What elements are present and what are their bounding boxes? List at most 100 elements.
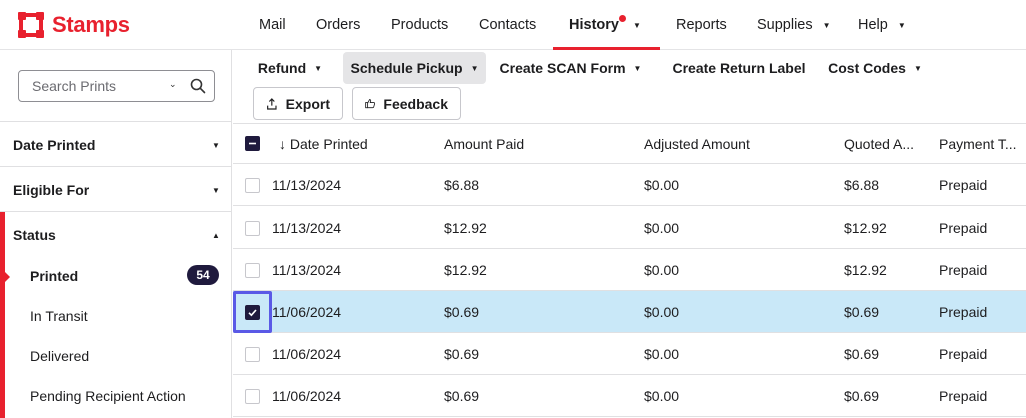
table-row-selected[interactable]: 11/06/2024 $0.69 $0.00 $0.69 Prepaid	[233, 291, 1026, 333]
chevron-down-icon: ▼	[470, 63, 479, 73]
thumbs-up-icon	[365, 99, 376, 109]
cell-adjusted: $0.00	[644, 177, 680, 193]
table-row[interactable]: 11/06/2024 $0.69 $0.00 $0.69 Prepaid	[233, 333, 1026, 375]
nav-contacts[interactable]: Contacts	[479, 0, 536, 50]
status-item-printed[interactable]: Printed	[30, 268, 78, 284]
cell-quoted: $0.69	[844, 388, 880, 404]
nav-supplies[interactable]: Supplies ▼	[757, 0, 831, 50]
cell-payment: Prepaid	[939, 304, 988, 320]
column-date-printed[interactable]: ↓ Date Printed	[279, 136, 368, 152]
row-checkbox[interactable]	[245, 389, 260, 404]
cell-payment: Prepaid	[939, 177, 988, 193]
nav-mail[interactable]: Mail	[259, 0, 286, 50]
brand-logo[interactable]: Stamps	[18, 12, 130, 38]
chevron-down-icon[interactable]: ▼	[212, 141, 220, 150]
filter-sidebar: ⌄ Date Printed ▼ Eligible For ▼ Status ▲…	[0, 50, 232, 418]
column-adjusted-amount[interactable]: Adjusted Amount	[644, 136, 750, 152]
cell-amount-paid: $0.69	[444, 304, 480, 320]
nav-reports[interactable]: Reports	[676, 0, 727, 50]
nav-history-label: History	[569, 17, 619, 33]
export-button[interactable]: Export	[253, 87, 343, 120]
select-all-checkbox[interactable]	[245, 136, 260, 151]
filter-eligible-for[interactable]: Eligible For	[13, 182, 89, 198]
chevron-down-icon[interactable]: ⌄	[169, 79, 177, 90]
cell-date: 11/13/2024	[272, 177, 342, 193]
search-input[interactable]	[19, 71, 169, 101]
row-checkbox[interactable]	[245, 221, 260, 236]
row-checkbox[interactable]	[245, 263, 260, 278]
cost-codes-button[interactable]: Cost Codes ▼	[827, 52, 923, 84]
notification-dot	[619, 15, 626, 22]
create-return-label-button[interactable]: Create Return Label	[669, 52, 809, 84]
schedule-pickup-button[interactable]: Schedule Pickup ▼	[343, 52, 486, 84]
nav-products-label: Products	[391, 17, 449, 33]
selected-pointer-icon	[5, 272, 10, 282]
cell-quoted: $0.69	[844, 346, 880, 362]
app-window: Stamps Mail Orders Products Contacts His…	[0, 0, 1026, 418]
refund-button[interactable]: Refund ▼	[255, 52, 325, 84]
cell-date: 11/13/2024	[272, 262, 342, 278]
feedback-label: Feedback	[383, 95, 448, 112]
table-row[interactable]: 11/13/2024 $6.88 $0.00 $6.88 Prepaid	[233, 164, 1026, 206]
row-checkbox[interactable]	[245, 347, 260, 362]
nav-help[interactable]: Help ▼	[858, 0, 906, 50]
table-row[interactable]: 11/13/2024 $12.92 $0.00 $12.92 Prepaid	[233, 207, 1026, 249]
divider	[0, 121, 232, 122]
export-icon	[267, 97, 277, 110]
cell-amount-paid: $0.69	[444, 346, 480, 362]
search-prints-box[interactable]: ⌄	[18, 70, 215, 102]
top-nav: Stamps Mail Orders Products Contacts His…	[0, 0, 1026, 50]
chevron-up-icon[interactable]: ▲	[212, 231, 220, 240]
cell-payment: Prepaid	[939, 262, 988, 278]
cell-date: 11/13/2024	[272, 220, 342, 236]
table-row[interactable]: 11/13/2024 $12.92 $0.00 $12.92 Prepaid	[233, 249, 1026, 291]
nav-orders[interactable]: Orders	[316, 0, 360, 50]
table-row[interactable]: 11/06/2024 $0.69 $0.00 $0.69 Prepaid	[233, 375, 1026, 417]
column-date-printed-label: Date Printed	[289, 136, 368, 152]
refund-label: Refund	[257, 60, 307, 76]
nav-supplies-label: Supplies	[757, 17, 813, 33]
create-scan-form-label: Create SCAN Form	[499, 60, 626, 76]
printed-count-badge: 54	[187, 265, 219, 285]
cost-codes-label: Cost Codes	[828, 60, 906, 76]
column-payment-type[interactable]: Payment T...	[939, 136, 1017, 152]
create-scan-form-button[interactable]: Create SCAN Form ▼	[498, 52, 643, 84]
cell-amount-paid: $12.92	[444, 262, 487, 278]
stamps-logo-icon	[18, 12, 44, 38]
sort-arrow-icon: ↓	[279, 136, 286, 152]
status-item-delivered[interactable]: Delivered	[30, 348, 89, 364]
feedback-button[interactable]: Feedback	[352, 87, 461, 120]
chevron-down-icon: ▼	[633, 63, 642, 73]
status-item-pending-recipient-action[interactable]: Pending Recipient Action	[30, 388, 186, 404]
nav-history[interactable]: History ▼	[569, 0, 641, 50]
cell-quoted: $0.69	[844, 304, 880, 320]
divider	[0, 166, 232, 167]
row-checkbox[interactable]	[245, 305, 260, 320]
cell-amount-paid: $6.88	[444, 177, 480, 193]
filter-date-printed[interactable]: Date Printed	[13, 137, 95, 153]
cell-adjusted: $0.00	[644, 262, 680, 278]
search-icon[interactable]	[190, 78, 206, 94]
column-quoted-amount[interactable]: Quoted A...	[844, 136, 914, 152]
export-label: Export	[285, 95, 330, 112]
cell-date: 11/06/2024	[272, 388, 342, 404]
cell-adjusted: $0.00	[644, 220, 680, 236]
row-checkbox[interactable]	[245, 178, 260, 193]
table-header: ↓ Date Printed Amount Paid Adjusted Amou…	[233, 123, 1026, 164]
cell-quoted: $12.92	[844, 220, 887, 236]
prints-table: ↓ Date Printed Amount Paid Adjusted Amou…	[233, 123, 1026, 418]
nav-orders-label: Orders	[316, 17, 361, 33]
cell-payment: Prepaid	[939, 220, 988, 236]
action-toolbar: Refund ▼ Schedule Pickup ▼ Create SCAN F…	[233, 50, 1026, 123]
chevron-down-icon: ▼	[822, 20, 831, 30]
chevron-down-icon[interactable]: ▼	[633, 21, 641, 30]
status-section-indicator	[0, 212, 5, 418]
cell-adjusted: $0.00	[644, 304, 680, 320]
nav-products[interactable]: Products	[391, 0, 448, 50]
filter-status[interactable]: Status	[13, 227, 56, 243]
column-amount-paid[interactable]: Amount Paid	[444, 136, 524, 152]
status-item-in-transit[interactable]: In Transit	[30, 308, 88, 324]
chevron-down-icon[interactable]: ▼	[212, 186, 220, 195]
brand-name: Stamps	[52, 12, 130, 37]
cell-quoted: $12.92	[844, 262, 887, 278]
